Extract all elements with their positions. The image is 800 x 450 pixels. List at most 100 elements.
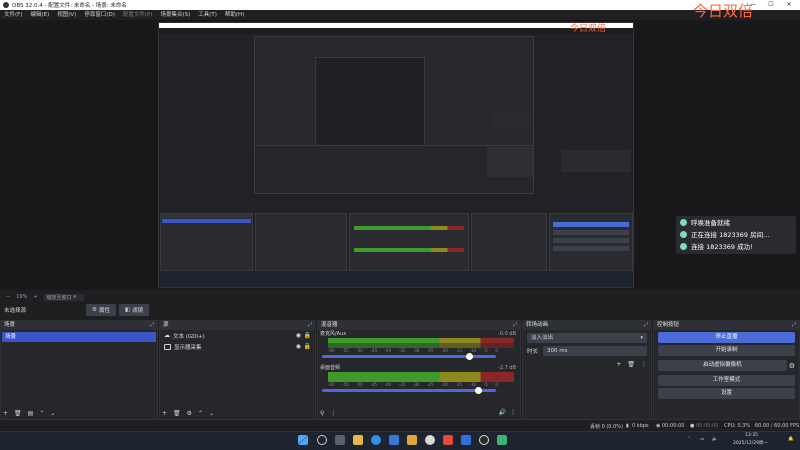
clock-date[interactable]: 2025/12/29周一: [733, 440, 768, 446]
obs-icon[interactable]: [479, 435, 489, 445]
file-explorer-icon[interactable]: [353, 435, 363, 445]
task-view-icon[interactable]: [335, 435, 345, 445]
volume-slider-knob[interactable]: [474, 387, 482, 394]
menu-tools[interactable]: 工具(T): [194, 10, 221, 20]
zoom-level: 19%: [16, 294, 28, 300]
stop-streaming-button[interactable]: 停止直播: [658, 332, 795, 343]
transition-select[interactable]: 淡入淡出 ▾: [527, 333, 647, 343]
app-icon[interactable]: [425, 435, 435, 445]
duration-input[interactable]: 300 ms: [543, 346, 647, 356]
nested-sources-dock: [255, 213, 347, 271]
more-options-icon[interactable]: ⋮: [330, 410, 336, 417]
add-icon[interactable]: +: [616, 361, 621, 368]
settings-button[interactable]: 设置: [658, 388, 795, 399]
volume-slider[interactable]: [322, 387, 496, 394]
nested-transitions-dock: [471, 213, 547, 271]
source-item[interactable]: 显示器采集 ◉ 🔒: [160, 341, 315, 352]
arrow-down-icon[interactable]: ⌄: [50, 410, 55, 417]
start-virtual-camera-button[interactable]: 启动虚拟摄像机: [658, 360, 787, 371]
more-options-icon[interactable]: ⋮: [510, 409, 516, 416]
audio-mixer-dock: 混音器 ⤢ 麦克风/Aux -0.0 dB -60 -55 -50 -45 -40 -35 -3…: [317, 320, 521, 420]
maximize-button[interactable]: ☐: [762, 0, 780, 10]
clock-time[interactable]: 13:35: [745, 433, 758, 438]
dropped-frames: 丢帧 0 (0.0%): [590, 424, 623, 430]
dock-float-icon[interactable]: ⤢: [792, 321, 796, 330]
notification-item: 正在连接 1823369 房间...: [676, 228, 796, 240]
store-icon[interactable]: [389, 435, 399, 445]
add-icon[interactable]: +: [3, 410, 8, 417]
controls-dock: 控制按钮 ⤢ 停止直播 开始录制 启动虚拟摄像机 ⚙ 工作室模式 设置: [653, 320, 800, 420]
gear-icon[interactable]: ⚙: [789, 362, 795, 370]
menu-profile[interactable]: 配置文件(P): [119, 10, 157, 20]
menu-file[interactable]: 文件(F): [0, 10, 26, 20]
studio-mode-button[interactable]: 工作室模式: [658, 375, 795, 386]
zoom-fit-select[interactable]: 缩放至窗口: [43, 293, 84, 301]
speaker-icon[interactable]: 🔈: [712, 437, 718, 442]
gear-icon[interactable]: ⚙: [187, 410, 192, 417]
meter-ticks: -60 -55 -50 -45 -40 -35 -30 -25 -20 -15 -10 -5 0: [328, 348, 498, 353]
trash-icon[interactable]: 🗑: [627, 361, 635, 368]
nested-watermark-text: 今日双倍: [570, 24, 607, 34]
menu-docks[interactable]: 停靠窗口(D): [80, 10, 119, 20]
properties-button[interactable]: ⚙ 属性: [86, 304, 116, 316]
add-icon[interactable]: +: [162, 410, 167, 417]
arrow-up-icon[interactable]: ⌃: [198, 410, 203, 417]
speaker-icon[interactable]: 🔊: [499, 409, 506, 416]
lock-icon[interactable]: 🔒: [304, 343, 311, 350]
lock-icon[interactable]: 🔒: [304, 332, 311, 339]
arrow-down-icon[interactable]: ⌄: [209, 410, 214, 417]
trash-icon[interactable]: 🗑: [173, 410, 181, 417]
trash-icon[interactable]: 🗑: [14, 410, 22, 417]
network-icon[interactable]: ▭: [700, 437, 704, 442]
status-dot-icon: [680, 230, 687, 238]
eye-icon[interactable]: ◉: [296, 332, 301, 339]
chevron-down-icon: ▾: [640, 335, 643, 341]
mixer-channel: 桌面音频 -2.7 dB -60 -55 -50 -45 -40 -35 -30 -25 -20-…: [318, 364, 520, 416]
network-icon: ▮: [626, 423, 629, 429]
windows-start-icon[interactable]: [298, 435, 308, 445]
chevron-up-icon[interactable]: ˄: [688, 437, 690, 442]
dock-float-icon[interactable]: ⤢: [150, 321, 154, 330]
menu-view[interactable]: 视图(V): [53, 10, 80, 20]
app-icon[interactable]: [497, 435, 507, 445]
mixer-dock-title: 混音器 ⤢: [318, 321, 520, 330]
bitrate: 0 kbps: [632, 423, 649, 429]
dock-float-icon[interactable]: ⤢: [513, 321, 517, 330]
volume-meter: [328, 343, 514, 348]
filters-button[interactable]: ◧ 滤镜: [118, 304, 150, 316]
volume-slider-knob[interactable]: [465, 353, 473, 360]
notification-item: 呼唤准备就绪: [676, 216, 796, 228]
app-icon[interactable]: [443, 435, 453, 445]
status-bar: 丢帧 0 (0.0%) ▮ 0 kbps ◉ 00:00:00 ● 00:00:…: [0, 420, 800, 431]
menu-help[interactable]: 帮助(H): [221, 10, 248, 20]
menu-edit[interactable]: 编辑(E): [26, 10, 53, 20]
nested-notice-1: [561, 150, 631, 172]
menu-scene-collection[interactable]: 场景集合(S): [156, 10, 194, 20]
fps: 60.00 / 60.00 FPS: [755, 423, 800, 429]
zoom-minus-icon[interactable]: −: [6, 294, 10, 300]
scene-list-item[interactable]: 场景: [2, 332, 156, 342]
source-item[interactable]: ☁ 文本 (GDI+) ◉ 🔒: [160, 330, 315, 341]
app-icon[interactable]: [461, 435, 471, 445]
duration-row: 时长 300 ms: [527, 346, 647, 356]
scenes-toolbar: + 🗑 ▤ ⌃ ⌄: [3, 410, 55, 417]
eye-icon[interactable]: ◉: [296, 343, 301, 350]
close-button[interactable]: ✕: [780, 0, 798, 10]
notification-bell-icon[interactable]: 🔔: [788, 437, 794, 442]
volume-slider[interactable]: [322, 353, 496, 360]
dock-float-icon[interactable]: ⤢: [308, 321, 312, 330]
app-icon[interactable]: [407, 435, 417, 445]
dock-float-icon[interactable]: ⤢: [644, 321, 648, 330]
filter-icon[interactable]: ▤: [28, 410, 34, 417]
search-icon[interactable]: [317, 435, 327, 445]
live-timer: 00:00:00: [662, 423, 685, 429]
zoom-bar: − 19% + 缩放至窗口 ▾: [0, 292, 800, 302]
more-options-icon[interactable]: ⋮: [641, 361, 647, 368]
edge-icon[interactable]: [371, 435, 381, 445]
link-icon[interactable]: ⚲: [320, 410, 324, 417]
start-recording-button[interactable]: 开始录制: [658, 345, 795, 356]
chevron-down-icon: ▾: [73, 294, 77, 300]
zoom-plus-icon[interactable]: +: [33, 294, 37, 300]
arrow-up-icon[interactable]: ⌃: [39, 410, 44, 417]
channel-db: -2.7 dB: [498, 365, 516, 371]
